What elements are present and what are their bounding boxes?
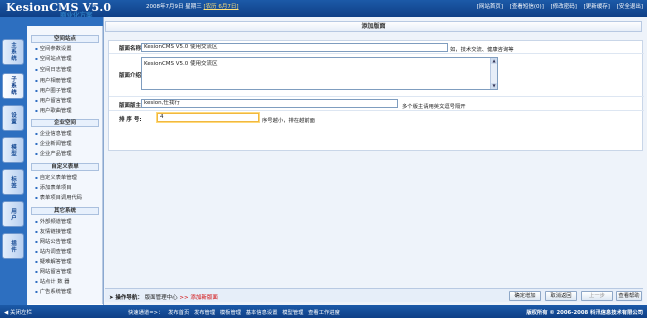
menu-item[interactable]: 企业新闻管理 [35,141,72,147]
confirm-add-button[interactable]: 确定增加 [509,291,541,301]
menu-item[interactable]: 用户歌曲管理 [35,108,72,114]
page-title: 添加版面 [105,21,642,32]
menu-section-title: 其它系统 [31,207,99,215]
form-row-sort: 排 序 号: 4 序号越小，排在越前面 [109,111,644,125]
form-row-intro: 版面介绍: KesionCMS V5.0 使用交流区 ▲ ▼ [109,54,644,97]
lunar-date-link[interactable]: [农历 6月7日] [204,4,239,10]
menu-item[interactable]: 用户圈子管理 [35,88,72,94]
current-date: 2008年7月9日 星期三 [农历 6月7日] [146,2,239,10]
moderator-label: 版面版主: [119,103,144,109]
menu-item[interactable]: 用户相册管理 [35,78,72,84]
tab-settings[interactable]: 设置 [2,105,24,131]
cancel-return-button[interactable]: 取消返回 [545,291,577,301]
moderator-input[interactable]: kesion,任我行 [141,99,398,108]
quick-link-basic-settings[interactable]: 基本信息设置 [246,310,278,316]
menu-item[interactable]: 表单项目调用代码 [35,195,82,201]
scroll-up-icon[interactable]: ▲ [491,58,497,64]
quick-link-model-manage[interactable]: 模型管理 [282,310,303,316]
breadcrumb-board-center[interactable]: 版面管理中心 [145,295,178,301]
add-board-form: 版面名称: KesionCMS V5.0 使用交流区 如，技术交流、健康咨询等 … [108,40,644,151]
close-panel-icon: ◀ [4,310,9,316]
home-link[interactable]: [网站首页] [477,4,503,10]
operation-nav-bar: ➤ 操作导航： 版面管理中心 >> 添加新版面 确定增加 取消返回 上一步 查看… [105,288,643,302]
tab-models[interactable]: 模型 [2,137,24,163]
sort-label: 排 序 号: [119,117,142,123]
sidebar-menu: 空间站点 空间参数设置 空间站点管理 空间日志管理 用户相册管理 用户圈子管理 … [27,26,103,304]
view-help-button[interactable]: 查看帮助 [616,291,642,301]
scroll-down-icon[interactable]: ▼ [491,83,497,89]
nav-label: 操作导航： [115,295,143,301]
left-tab-bar: 主系统 子系统 设置 模型 标签 用户 插件 [0,17,27,305]
close-left-label: 关闭左栏 [9,310,32,316]
logout-link[interactable]: [安全退出] [617,4,643,10]
board-name-input[interactable]: KesionCMS V5.0 使用交流区 [141,43,448,52]
form-row-moderator: 版面版主: kesion,任我行 多个版主请用英文逗号隔开 [109,97,644,111]
main-content: 添加版面 版面名称: KesionCMS V5.0 使用交流区 如，技术交流、健… [103,17,647,305]
logo: KesionCMS V5.0 商业化方案 [4,0,119,19]
tab-users[interactable]: 用户 [2,201,24,227]
breadcrumb-current: 添加新版面 [190,295,218,301]
quick-link-publish-manage[interactable]: 发布管理 [194,310,215,316]
board-intro-label: 版面介绍: [119,73,144,79]
menu-item[interactable]: 用户留言管理 [35,98,72,104]
menu-section-title: 自定义表单 [31,163,99,171]
quick-access-label: 快速通道=>： [128,310,164,316]
menu-item[interactable]: 外部频道管理 [35,219,72,225]
quick-link-template-manage[interactable]: 模板管理 [220,310,241,316]
board-intro-textarea[interactable]: KesionCMS V5.0 使用交流区 ▲ ▼ [141,57,498,90]
menu-item[interactable]: 站内调查管理 [35,249,72,255]
tab-labels[interactable]: 标签 [2,169,24,195]
menu-item[interactable]: 网站公告管理 [35,239,72,245]
menu-item[interactable]: 企业信息管理 [35,131,72,137]
menu-section-title: 企业空间 [31,119,99,127]
menu-item[interactable]: 自定义表单管理 [35,175,77,181]
menu-item[interactable]: 广告系统管理 [35,289,72,295]
form-row-name: 版面名称: KesionCMS V5.0 使用交流区 如，技术交流、健康咨询等 [109,41,644,54]
menu-item[interactable]: 空间参数设置 [35,46,72,52]
messages-link[interactable]: [查看短信(0)] [510,4,544,10]
moderator-hint: 多个版主请用英文逗号隔开 [402,104,466,110]
update-cache-link[interactable]: [更新缓存] [584,4,610,10]
quick-access-links: 快速通道=>： 发布首页 发布管理 模板管理 基本信息设置 模型管理 查看工作进… [128,308,343,316]
board-intro-value: KesionCMS V5.0 使用交流区 [144,61,218,67]
top-links: [网站首页] [查看短信(0)] [修改密码] [更新缓存] [安全退出] [472,2,643,10]
bottom-bar: ◀ 关闭左栏 快速通道=>： 发布首页 发布管理 模板管理 基本信息设置 模型管… [0,305,647,318]
close-left-panel[interactable]: ◀ 关闭左栏 [4,308,32,316]
quick-link-work-progress[interactable]: 查看工作进度 [308,310,340,316]
menu-section-title: 空间站点 [31,35,99,43]
breadcrumb-separator: >> [179,295,189,301]
quick-link-publish-home[interactable]: 发布首页 [168,310,189,316]
sort-hint: 序号越小，排在越前面 [262,118,315,124]
previous-step-button[interactable]: 上一步 [581,291,613,301]
tab-main-system[interactable]: 主系统 [2,39,24,65]
date-text: 2008年7月9日 星期三 [146,4,202,10]
board-name-hint: 如，技术交流、健康咨询等 [450,47,514,53]
menu-item[interactable]: 站点计 数 器 [35,279,70,285]
top-bar: KesionCMS V5.0 商业化方案 2008年7月9日 星期三 [农历 6… [0,0,647,19]
menu-item[interactable]: 疑难解答管理 [35,259,72,265]
tab-sub-system[interactable]: 子系统 [2,73,24,99]
logo-text: KesionCMS V5.0 [6,1,112,14]
change-password-link[interactable]: [修改密码] [551,4,577,10]
menu-item[interactable]: 友情链接管理 [35,229,72,235]
textarea-scrollbar[interactable]: ▲ ▼ [490,58,497,89]
menu-item[interactable]: 空间日志管理 [35,67,72,73]
sort-order-input[interactable]: 4 [157,113,259,122]
menu-item[interactable]: 添加表单项目 [35,185,72,191]
nav-arrow-icon: ➤ [109,295,114,301]
menu-item[interactable]: 企业产品管理 [35,151,72,157]
board-name-label: 版面名称: [119,46,144,52]
breadcrumb: ➤ 操作导航： 版面管理中心 >> 添加新版面 [109,293,218,301]
menu-header [27,17,103,26]
menu-item[interactable]: 空间站点管理 [35,56,72,62]
tab-plugins[interactable]: 插件 [2,233,24,259]
copyright: 版权所有 © 2006-2008 科汛信息技术有限公司 [526,310,643,316]
menu-item[interactable]: 网站留言管理 [35,269,72,275]
